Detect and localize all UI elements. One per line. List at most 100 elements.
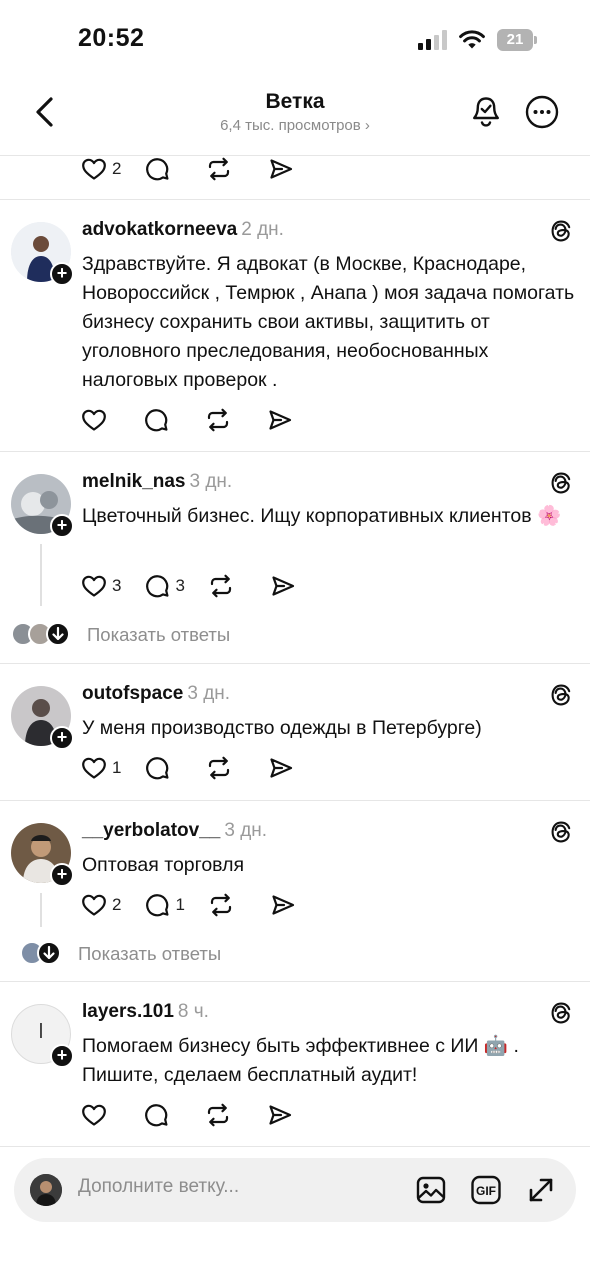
heart-icon: [80, 155, 108, 183]
threads-logo-icon[interactable]: [548, 218, 574, 244]
expand-icon[interactable]: [525, 1174, 557, 1206]
threads-logo-icon[interactable]: [548, 819, 574, 845]
divider: [0, 1146, 590, 1147]
thread-line: [40, 893, 42, 927]
reply-button[interactable]: [142, 1100, 170, 1130]
post-actions: 2 1: [80, 890, 331, 920]
repost-icon: [205, 754, 233, 782]
repost-button[interactable]: [205, 154, 233, 184]
reply-input[interactable]: [78, 1176, 378, 1198]
share-button[interactable]: [269, 890, 297, 920]
repost-icon: [207, 572, 235, 600]
svg-text:GIF: GIF: [476, 1184, 496, 1198]
heart-icon: [80, 572, 108, 600]
avatar: [30, 1174, 62, 1206]
threads-logo-icon[interactable]: [548, 682, 574, 708]
post-text: Помогаем бизнесу быть эффективнее с ИИ 🤖…: [82, 1035, 519, 1086]
post-time: 3 дн.: [189, 471, 233, 492]
threads-logo-icon[interactable]: [548, 470, 574, 496]
comment-icon: [143, 891, 171, 919]
like-button[interactable]: [80, 405, 108, 435]
gif-icon[interactable]: GIF: [470, 1174, 502, 1206]
bell-icon[interactable]: [469, 94, 503, 130]
top-post-actions: 2: [80, 154, 329, 184]
follow-button[interactable]: +: [50, 262, 74, 286]
username[interactable]: advokatkorneeva: [82, 219, 237, 240]
heart-icon: [80, 1101, 108, 1129]
comment-icon: [142, 1101, 170, 1129]
repost-icon: [204, 406, 232, 434]
reply-button[interactable]: 1: [143, 890, 185, 920]
arrow-down-icon: [37, 941, 61, 965]
post-text: Здравствуйте. Я адвокат (в Москве, Красн…: [82, 253, 575, 391]
like-count: 2: [112, 895, 122, 914]
repost-button[interactable]: [207, 571, 235, 601]
post-item: l + layers.101 8 ч. Помогаем бизнесу быть…: [0, 982, 590, 1146]
like-button[interactable]: 3: [80, 571, 121, 601]
heart-icon: [80, 406, 108, 434]
repost-icon: [204, 1101, 232, 1129]
post-item: + melnik_nas 3 дн. Цветочный бизнес. Ищу …: [0, 452, 590, 662]
post-actions: [80, 405, 328, 435]
reply-button[interactable]: [143, 753, 171, 783]
like-button[interactable]: [80, 1100, 108, 1130]
send-icon: [267, 754, 295, 782]
username[interactable]: melnik_nas: [82, 471, 186, 492]
show-replies-label: Показать ответы: [87, 624, 231, 645]
thread-header: Ветка 6,4 тыс. просмотров ›: [0, 80, 590, 156]
post-item: + __yerbolatov__ 3 дн. Оптовая торговля 2…: [0, 801, 590, 981]
like-count: 3: [112, 576, 122, 595]
image-icon[interactable]: [415, 1174, 447, 1206]
repost-button[interactable]: [204, 1100, 232, 1130]
username[interactable]: layers.101: [82, 1001, 174, 1022]
battery-icon: 21: [497, 29, 537, 51]
reply-button[interactable]: [143, 154, 171, 184]
more-horizontal-icon[interactable]: [524, 94, 560, 130]
signal-icon: [418, 30, 450, 50]
repost-button[interactable]: [207, 890, 235, 920]
like-button[interactable]: 1: [80, 753, 121, 783]
wifi-icon: [459, 30, 485, 49]
like-button[interactable]: 2: [80, 154, 121, 184]
share-button[interactable]: [267, 154, 295, 184]
comment-icon: [143, 572, 171, 600]
repost-icon: [205, 155, 233, 183]
threads-logo-icon[interactable]: [548, 1000, 574, 1026]
send-icon: [266, 1101, 294, 1129]
send-icon: [269, 891, 297, 919]
comment-icon: [143, 155, 171, 183]
post-item: + outofspace 3 дн. У меня производство од…: [0, 664, 590, 800]
share-button[interactable]: [269, 571, 297, 601]
post-text: У меня производство одежды в Петербурге): [82, 717, 482, 739]
share-button[interactable]: [266, 1100, 294, 1130]
battery-level: 21: [506, 31, 524, 48]
show-replies-button[interactable]: Показать ответы: [0, 941, 300, 971]
like-button[interactable]: 2: [80, 890, 121, 920]
send-icon: [269, 572, 297, 600]
status-bar: 20:52 21: [0, 0, 590, 80]
show-replies-label: Показать ответы: [78, 943, 222, 964]
status-time: 20:52: [78, 24, 145, 52]
avatar-letter: l: [38, 1021, 44, 1043]
show-replies-button[interactable]: Показать ответы: [0, 622, 300, 652]
post-actions: 1: [80, 753, 329, 783]
follow-button[interactable]: +: [50, 514, 74, 538]
repost-icon: [207, 891, 235, 919]
repost-button[interactable]: [204, 405, 232, 435]
share-button[interactable]: [267, 753, 295, 783]
like-count: 1: [112, 758, 122, 777]
reply-button[interactable]: 3: [143, 571, 185, 601]
username[interactable]: outofspace: [82, 683, 183, 704]
follow-button[interactable]: +: [50, 726, 74, 750]
post-time: 8 ч.: [177, 1001, 209, 1022]
reply-button[interactable]: [142, 405, 170, 435]
username[interactable]: __yerbolatov__: [82, 820, 220, 841]
post-time: 3 дн.: [224, 820, 268, 841]
share-button[interactable]: [266, 405, 294, 435]
repost-button[interactable]: [205, 753, 233, 783]
post-item: + advokatkorneeva 2 дн. Здравствуйте. Я а…: [0, 200, 590, 450]
follow-button[interactable]: +: [50, 1044, 74, 1068]
like-count: 2: [112, 159, 122, 178]
comment-icon: [142, 406, 170, 434]
follow-button[interactable]: +: [50, 863, 74, 887]
